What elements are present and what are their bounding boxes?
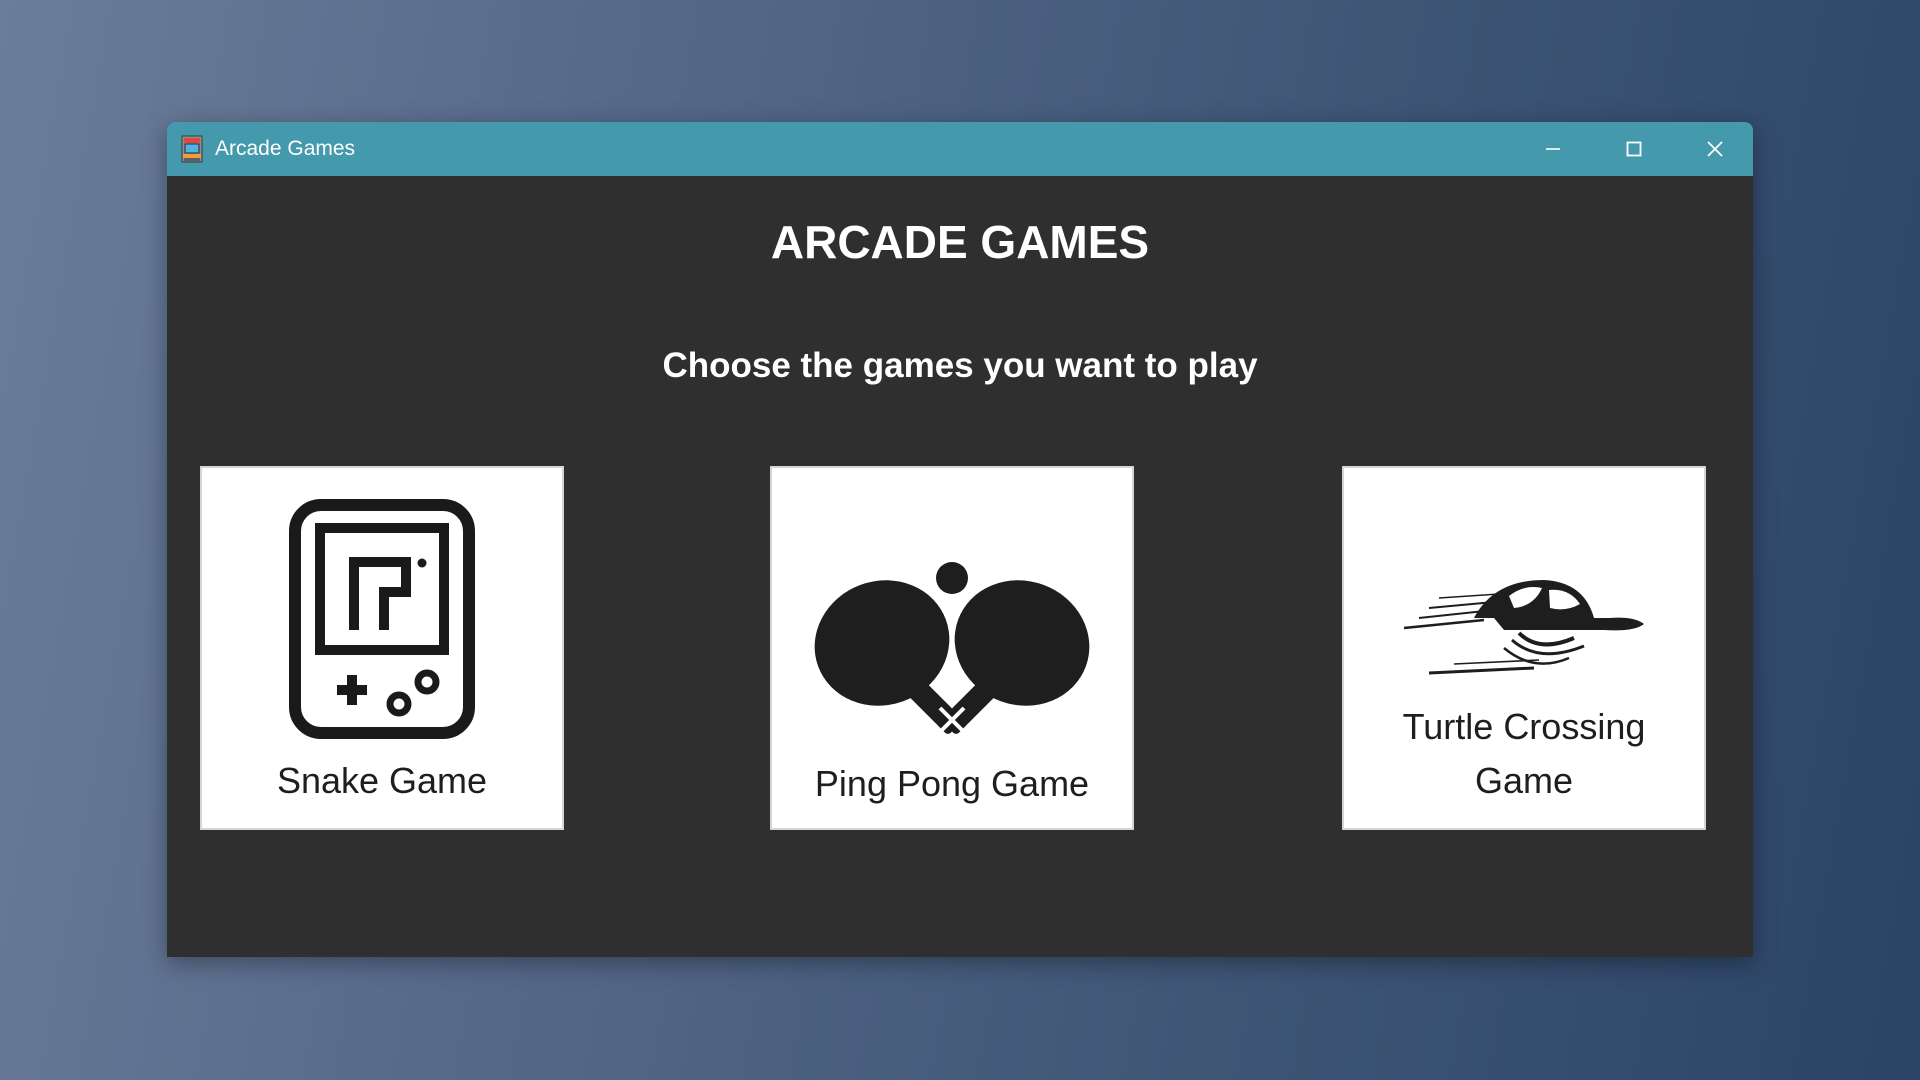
ping-pong-paddles-icon bbox=[814, 562, 1090, 742]
page-title: ARCADE GAMES bbox=[770, 216, 1150, 268]
turtle-crossing-game-button[interactable]: Turtle Crossing Game bbox=[1342, 466, 1706, 830]
close-button[interactable] bbox=[1675, 122, 1753, 176]
speeding-turtle-icon bbox=[1403, 580, 1644, 675]
snake-game-label: Snake Game bbox=[276, 760, 488, 801]
close-icon bbox=[1707, 141, 1723, 157]
window-title: Arcade Games bbox=[215, 137, 356, 160]
maximize-icon bbox=[1626, 141, 1642, 157]
turtle-crossing-game-label: Turtle Crossing Game bbox=[1402, 706, 1646, 801]
snake-game-button[interactable]: Snake Game bbox=[200, 466, 564, 830]
maximize-button[interactable] bbox=[1594, 122, 1674, 176]
title-bar[interactable]: Arcade Games bbox=[167, 122, 1753, 176]
ping-pong-game-button[interactable]: Ping Pong Game bbox=[770, 466, 1134, 830]
app-window: Arcade Games ARCADE GAMES Choose the gam… bbox=[167, 122, 1753, 957]
ping-pong-game-label: Ping Pong Game bbox=[814, 763, 1090, 804]
minimize-button[interactable] bbox=[1513, 122, 1593, 176]
handheld-console-icon bbox=[289, 499, 475, 739]
arcade-cabinet-icon bbox=[181, 135, 203, 163]
page-subtitle: Choose the games you want to play bbox=[662, 346, 1258, 385]
minimize-icon bbox=[1546, 148, 1560, 150]
